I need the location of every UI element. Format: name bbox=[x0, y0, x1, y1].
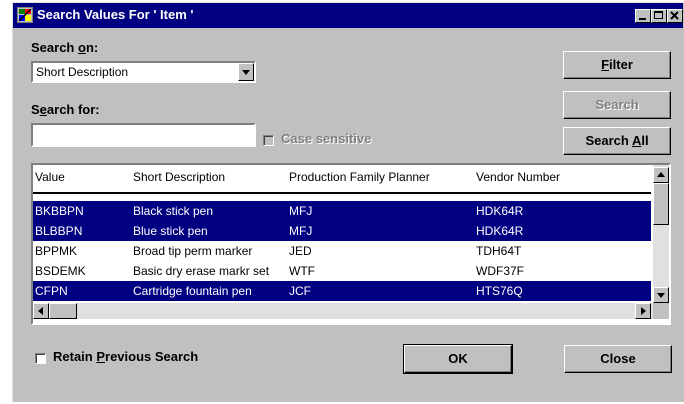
column-header-value[interactable]: Value bbox=[35, 165, 65, 189]
column-header-vendor-number[interactable]: Vendor Number bbox=[476, 165, 560, 189]
table-row[interactable]: BSDEMK Basic dry erase markr set WTF WDF… bbox=[33, 261, 651, 281]
table-row[interactable]: CFPN Cartridge fountain pen JCF HTS76Q bbox=[33, 281, 651, 301]
dropdown-button[interactable] bbox=[238, 63, 254, 81]
minimize-button[interactable] bbox=[635, 9, 651, 23]
close-button[interactable]: Close bbox=[564, 345, 672, 373]
horizontal-scrollbar[interactable] bbox=[33, 303, 653, 319]
search-all-button[interactable]: Search All bbox=[563, 127, 671, 155]
title-bar[interactable]: Search Values For ' Item ' bbox=[13, 3, 683, 28]
retain-previous-search-checkbox[interactable] bbox=[35, 353, 46, 364]
search-for-input[interactable] bbox=[31, 123, 256, 147]
table-row[interactable]: BKBBPN Black stick pen MFJ HDK64R bbox=[33, 201, 651, 221]
search-for-label: Search for: bbox=[31, 102, 100, 117]
column-header-short-description[interactable]: Short Description bbox=[133, 165, 225, 189]
search-values-dialog: Search Values For ' Item ' Search on: Sh… bbox=[12, 2, 684, 402]
vertical-scrollbar[interactable] bbox=[653, 165, 669, 303]
search-on-label: Search on: bbox=[31, 40, 99, 55]
window-title: Search Values For ' Item ' bbox=[37, 7, 194, 22]
scroll-left-button[interactable] bbox=[33, 303, 49, 319]
vertical-scroll-thumb[interactable] bbox=[653, 183, 669, 225]
table-row[interactable]: BPPMK Broad tip perm marker JED TDH64T bbox=[33, 241, 651, 261]
scroll-left-icon bbox=[38, 307, 43, 315]
scroll-up-icon bbox=[657, 172, 665, 177]
search-on-value: Short Description bbox=[36, 65, 129, 79]
close-window-button[interactable] bbox=[667, 9, 683, 23]
filter-button[interactable]: Filter bbox=[563, 51, 671, 79]
scroll-up-button[interactable] bbox=[653, 167, 669, 183]
maximize-button[interactable] bbox=[651, 9, 667, 23]
search-on-dropdown[interactable]: Short Description bbox=[31, 61, 256, 83]
case-sensitive-checkbox[interactable] bbox=[263, 135, 274, 146]
chevron-down-icon bbox=[242, 70, 250, 75]
results-grid[interactable]: Value Short Description Production Famil… bbox=[31, 163, 671, 325]
close-icon bbox=[670, 11, 679, 20]
minimize-icon bbox=[639, 18, 646, 20]
horizontal-scroll-thumb[interactable] bbox=[49, 303, 77, 319]
ok-button[interactable]: OK bbox=[403, 344, 513, 374]
case-sensitive-label: Case sensitive bbox=[281, 131, 372, 146]
retain-previous-search-label: Retain Previous Search bbox=[53, 349, 199, 364]
header-divider bbox=[33, 192, 651, 194]
scroll-right-icon bbox=[641, 307, 646, 315]
column-header-production-family-planner[interactable]: Production Family Planner bbox=[289, 165, 430, 189]
scrollbar-corner bbox=[653, 303, 669, 319]
maximize-icon bbox=[654, 11, 663, 19]
scroll-right-button[interactable] bbox=[635, 303, 651, 319]
scroll-down-icon bbox=[657, 293, 665, 298]
app-icon bbox=[17, 7, 33, 23]
scroll-down-button[interactable] bbox=[653, 287, 669, 303]
search-button[interactable]: Search bbox=[563, 91, 671, 119]
table-row[interactable]: BLBBPN Blue stick pen MFJ HDK64R bbox=[33, 221, 651, 241]
